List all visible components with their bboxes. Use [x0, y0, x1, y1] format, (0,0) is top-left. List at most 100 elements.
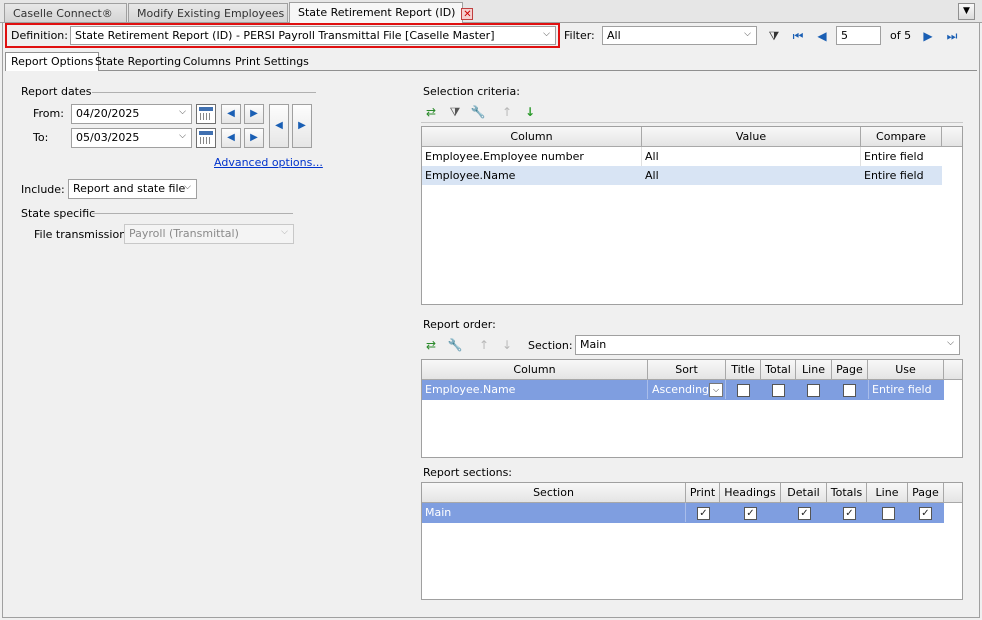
header-filler — [942, 127, 962, 147]
page-checkbox[interactable]: ✓ — [919, 507, 932, 520]
move-down-icon[interactable]: ↓ — [499, 337, 515, 353]
table-row[interactable]: Employee.Name All Entire field — [422, 166, 942, 185]
tab-caselle-connect[interactable]: Caselle Connect® — [4, 3, 127, 22]
column-header[interactable]: Column — [422, 127, 642, 147]
report-sections-grid[interactable]: Section Print Headings Detail Totals Lin… — [421, 482, 963, 600]
to-date-next-button[interactable]: ▶ — [244, 128, 264, 148]
wrench-icon[interactable]: 🔧 — [470, 104, 486, 120]
next-page-icon[interactable]: ▶ — [920, 28, 936, 44]
chevron-down-icon: ⌵ — [947, 338, 954, 348]
filter-select[interactable]: All ⌵ — [602, 26, 757, 45]
chevron-down-icon: ⌵ — [184, 182, 191, 192]
tab-label: State Retirement Report (ID) — [298, 6, 456, 19]
headings-header[interactable]: Headings — [720, 483, 781, 503]
include-label: Include: — [21, 183, 65, 196]
row-value: All — [645, 169, 659, 182]
row-column: Employee.Employee number — [422, 147, 642, 166]
state-specific-title: State specific — [21, 207, 96, 220]
add-criteria-icon[interactable]: ⇄ — [423, 104, 439, 120]
headings-checkbox[interactable]: ✓ — [744, 507, 757, 520]
advanced-options-link[interactable]: Advanced options... — [214, 156, 323, 169]
calendar-icon[interactable] — [196, 128, 216, 148]
compare-header[interactable]: Compare — [861, 127, 942, 147]
page-checkbox[interactable] — [843, 384, 856, 397]
page-number-input[interactable]: 5 — [836, 26, 881, 45]
definition-select[interactable]: State Retirement Report (ID) - PERSI Pay… — [70, 26, 556, 45]
include-value: Report and state file — [73, 182, 186, 195]
file-transmission-select[interactable]: Payroll (Transmittal) ⌵ — [124, 224, 294, 244]
filter-value: All — [607, 29, 621, 42]
include-select[interactable]: Report and state file ⌵ — [68, 179, 197, 199]
report-order-title: Report order: — [423, 318, 496, 331]
calendar-icon[interactable] — [196, 104, 216, 124]
tab-state-reporting[interactable]: State Reporting — [90, 53, 186, 70]
chevron-down-icon: ⌵ — [179, 107, 186, 117]
from-date-previous-button[interactable]: ◀ — [221, 104, 241, 124]
section-select[interactable]: Main ⌵ — [575, 335, 960, 355]
to-date-input[interactable]: 05/03/2025 ⌵ — [71, 128, 192, 148]
sort-dropdown-button[interactable]: ⌵ — [709, 383, 723, 397]
table-row[interactable]: Employee.Name Ascending ⌵ Entire field — [422, 380, 944, 400]
sort-header[interactable]: Sort — [648, 360, 726, 380]
header-filler — [944, 360, 962, 380]
report-dates-title: Report dates — [21, 85, 92, 98]
tab-state-retirement-report[interactable]: State Retirement Report (ID) ✕ — [289, 2, 474, 23]
page-header[interactable]: Page — [832, 360, 868, 380]
tab-report-options[interactable]: Report Options — [5, 52, 100, 71]
last-page-icon[interactable]: ⏭ — [944, 28, 960, 44]
line-checkbox[interactable] — [882, 507, 895, 520]
table-row[interactable]: Employee.Employee number All Entire fiel… — [422, 147, 942, 166]
tab-columns[interactable]: Columns — [178, 53, 236, 70]
total-header[interactable]: Total — [761, 360, 796, 380]
filter-edit-icon[interactable]: ⧩ — [447, 104, 463, 120]
from-date-next-button[interactable]: ▶ — [244, 104, 264, 124]
move-down-icon[interactable]: ↓ — [522, 104, 538, 120]
report-order-grid[interactable]: Column Sort Title Total Line Page Use Em… — [421, 359, 963, 458]
tab-list-dropdown-button[interactable]: ▼ — [958, 3, 975, 20]
move-up-icon[interactable]: ↑ — [499, 104, 515, 120]
range-previous-button[interactable]: ◀ — [269, 104, 289, 148]
selection-criteria-title: Selection criteria: — [423, 85, 520, 98]
line-checkbox[interactable] — [807, 384, 820, 397]
chevron-down-icon: ⌵ — [281, 227, 288, 237]
to-date-value: 05/03/2025 — [76, 131, 140, 144]
range-next-button[interactable]: ▶ — [292, 104, 312, 148]
add-order-icon[interactable]: ⇄ — [423, 337, 439, 353]
first-page-icon[interactable]: ⏮ — [790, 28, 806, 44]
to-date-previous-button[interactable]: ◀ — [221, 128, 241, 148]
print-header[interactable]: Print — [686, 483, 720, 503]
from-date-input[interactable]: 04/20/2025 ⌵ — [71, 104, 192, 124]
wrench-icon[interactable]: 🔧 — [447, 337, 463, 353]
from-date-value: 04/20/2025 — [76, 107, 140, 120]
page-header[interactable]: Page — [908, 483, 944, 503]
line-header[interactable]: Line — [796, 360, 832, 380]
title-checkbox[interactable] — [737, 384, 750, 397]
use-header[interactable]: Use — [868, 360, 944, 380]
column-header[interactable]: Column — [422, 360, 648, 380]
detail-checkbox[interactable]: ✓ — [798, 507, 811, 520]
close-icon[interactable]: ✕ — [461, 8, 474, 20]
chevron-down-icon: ⌵ — [744, 29, 751, 39]
tab-modify-existing-employees[interactable]: Modify Existing Employees — [128, 3, 288, 22]
filter-add-icon[interactable]: ⧩ — [766, 28, 782, 44]
print-checkbox[interactable]: ✓ — [697, 507, 710, 520]
move-up-icon[interactable]: ↑ — [476, 337, 492, 353]
detail-header[interactable]: Detail — [781, 483, 827, 503]
selection-criteria-grid[interactable]: Column Value Compare Employee.Employee n… — [421, 126, 963, 305]
line-header[interactable]: Line — [867, 483, 908, 503]
section-header[interactable]: Section — [422, 483, 686, 503]
previous-page-icon[interactable]: ◀ — [814, 28, 830, 44]
row-compare: Entire field — [864, 150, 924, 163]
report-dates-divider — [92, 92, 316, 93]
title-header[interactable]: Title — [726, 360, 761, 380]
row-section: Main — [422, 503, 686, 522]
row-use: Entire field — [868, 380, 944, 399]
definition-label: Definition: — [11, 29, 68, 42]
value-header[interactable]: Value — [642, 127, 861, 147]
state-specific-divider — [92, 213, 293, 214]
tab-print-settings[interactable]: Print Settings — [230, 53, 314, 70]
totals-checkbox[interactable]: ✓ — [843, 507, 856, 520]
totals-header[interactable]: Totals — [827, 483, 867, 503]
total-checkbox[interactable] — [772, 384, 785, 397]
table-row[interactable]: Main ✓ ✓ ✓ ✓ ✓ — [422, 503, 944, 523]
